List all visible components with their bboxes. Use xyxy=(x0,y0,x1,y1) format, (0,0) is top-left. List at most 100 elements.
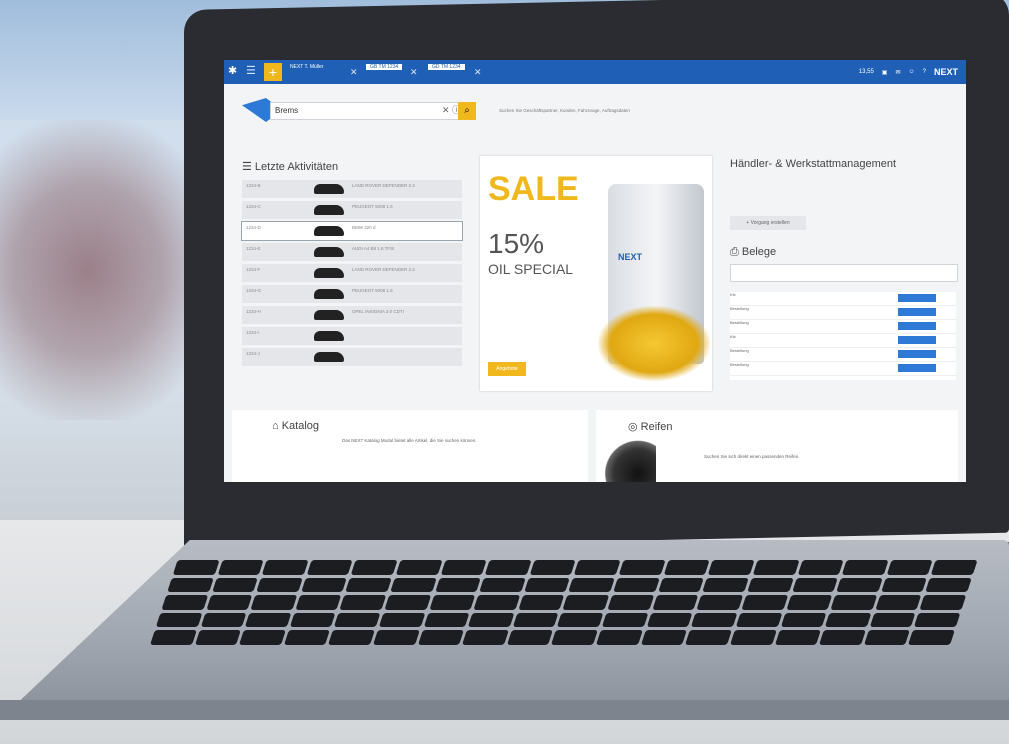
keyboard-key xyxy=(485,560,532,575)
keyboard-key xyxy=(473,595,521,610)
tab-customer[interactable]: NEXT T. Müller ✕ xyxy=(290,64,358,80)
tab-vehicle-1[interactable]: GB TM 1234 ✕ xyxy=(366,64,418,80)
list-item[interactable]: 1234-G PEUGEOT 5008 1.6 xyxy=(242,285,462,303)
list-item[interactable]: 1234-J xyxy=(242,348,462,366)
keyboard-key xyxy=(640,630,688,645)
keyboard-key xyxy=(729,630,777,645)
notification-icon[interactable]: ✉ xyxy=(895,69,900,76)
sale-product: OIL SPECIAL xyxy=(488,261,574,277)
table-row[interactable]: Bestellung xyxy=(730,306,956,320)
home-icon[interactable]: ✱ xyxy=(228,64,242,78)
keyboard-key xyxy=(791,577,839,593)
keyboard-key xyxy=(506,630,554,645)
belege-search-input[interactable] xyxy=(730,264,958,282)
row-type: Bestellung xyxy=(730,306,749,311)
row-text: PEUGEOT 5008 1.6 xyxy=(352,204,393,209)
keyboard-key xyxy=(512,612,559,628)
plate-tag xyxy=(898,350,936,358)
keyboard-key xyxy=(752,560,800,575)
top-navigation-bar: ✱ ☰ + NEXT T. Müller ✕ GB TM 1234 ✕ GD T… xyxy=(224,60,966,84)
help-icon[interactable]: ? xyxy=(923,69,926,75)
katalog-card[interactable]: ⌂ Katalog Das NEXT Katalog Modul bietet … xyxy=(232,410,588,482)
katalog-description: Das NEXT Katalog Modul bietet alle Artik… xyxy=(342,438,477,443)
car-icon xyxy=(314,184,344,194)
activities-title-text: Letzte Aktivitäten xyxy=(254,161,339,173)
keyboard-key xyxy=(824,612,872,628)
reifen-title-text: Reifen xyxy=(640,421,673,433)
keyboard-key xyxy=(155,612,203,628)
search-input[interactable]: Brems xyxy=(270,102,462,120)
row-id: 1234-C xyxy=(246,204,261,209)
keyboard-key xyxy=(836,577,883,593)
table-row[interactable]: Bestellung xyxy=(730,348,956,362)
keyboard-key xyxy=(863,630,911,645)
list-item[interactable]: 1234-F LAND ROVER DEFENDER 2.4 xyxy=(242,264,462,282)
table-row[interactable]: Bestellung xyxy=(730,362,956,376)
laptop-keyboard xyxy=(150,560,978,645)
tire-image xyxy=(596,440,656,482)
offers-button[interactable]: Angebote xyxy=(488,362,526,376)
plate-tag xyxy=(898,336,936,344)
keyboard-key xyxy=(150,630,197,645)
keyboard-key xyxy=(211,577,259,593)
close-icon[interactable]: ✕ xyxy=(350,67,358,78)
table-row[interactable]: Kfz xyxy=(730,334,956,348)
katalog-title: ⌂ Katalog xyxy=(272,420,320,432)
keyboard-key xyxy=(557,612,604,628)
keyboard-key xyxy=(925,577,972,593)
row-text: LAND ROVER DEFENDER 2.4 xyxy=(352,267,415,272)
keyboard-key xyxy=(423,612,470,628)
list-item[interactable]: 1234-D BMW 320 d xyxy=(241,221,463,241)
close-icon[interactable]: ✕ xyxy=(410,67,418,78)
reifen-card[interactable]: ◎ Reifen Suchen Sie sich direkt einen pa… xyxy=(596,410,958,482)
keyboard-key xyxy=(467,612,515,628)
close-icon[interactable]: ✕ xyxy=(474,67,482,78)
keyboard-key xyxy=(167,577,214,593)
list-item[interactable]: 1234-C PEUGEOT 5008 1.6 xyxy=(242,201,462,219)
keyboard-key xyxy=(596,630,643,645)
building-icon[interactable]: ▣ xyxy=(882,69,888,76)
keyboard-key xyxy=(351,560,398,575)
keyboard-key xyxy=(607,595,654,610)
list-item[interactable]: 1234-B LAND ROVER DEFENDER 2.4 xyxy=(242,180,462,198)
keyboard-key xyxy=(880,577,928,593)
keyboard-key xyxy=(417,630,465,645)
search-button[interactable]: ⌕ xyxy=(458,102,476,120)
plate-tag xyxy=(898,322,936,330)
car-icon xyxy=(314,310,344,320)
menu-icon[interactable]: ☰ xyxy=(246,64,258,78)
list-item[interactable]: 1234-E AUDI A4 B8 1.8 TFSI xyxy=(242,243,462,261)
keyboard-key xyxy=(289,612,336,628)
keyboard-key xyxy=(830,595,877,610)
oil-splash-image xyxy=(598,306,710,381)
sale-banner[interactable]: SALE 15% OIL SPECIAL NEXT Angebote xyxy=(480,156,712,391)
list-item[interactable]: 1234-I xyxy=(242,327,462,345)
create-process-button[interactable]: + Vorgang erstellen xyxy=(730,216,806,230)
sale-percent: 15% xyxy=(488,228,545,259)
keyboard-key xyxy=(462,630,509,645)
keyboard-key xyxy=(613,577,660,593)
keyboard-key xyxy=(524,577,571,593)
cart-counter[interactable]: 13,55 xyxy=(859,69,874,75)
keyboard-key xyxy=(741,595,788,610)
table-row[interactable]: Kfz xyxy=(730,292,956,306)
keyboard-key xyxy=(300,577,348,593)
keyboard-key xyxy=(384,595,431,610)
tab-label: GB TM 1234 xyxy=(366,64,403,70)
keyboard-key xyxy=(395,560,443,575)
list-item[interactable]: 1234-H OPEL INSIGNIA 2.0 CDTI xyxy=(242,306,462,324)
user-icon[interactable]: ☺ xyxy=(909,69,915,75)
tab-vehicle-2[interactable]: GD TM 1234 ✕ xyxy=(428,64,482,80)
tab-label: GD TM 1234 xyxy=(428,64,465,70)
keyboard-key xyxy=(601,612,649,628)
keyboard-key xyxy=(440,560,487,575)
keyboard-key xyxy=(914,612,961,628)
add-tab-button[interactable]: + xyxy=(264,63,282,81)
row-id: 1234-D xyxy=(246,225,261,230)
row-type: Bestellung xyxy=(730,362,749,367)
reifen-description: Suchen Sie sich direkt einen passenden R… xyxy=(704,454,800,459)
keyboard-key xyxy=(518,595,565,610)
row-text: OPEL INSIGNIA 2.0 CDTI xyxy=(352,309,404,314)
keyboard-key xyxy=(334,612,381,628)
table-row[interactable]: Bestellung xyxy=(730,320,956,334)
